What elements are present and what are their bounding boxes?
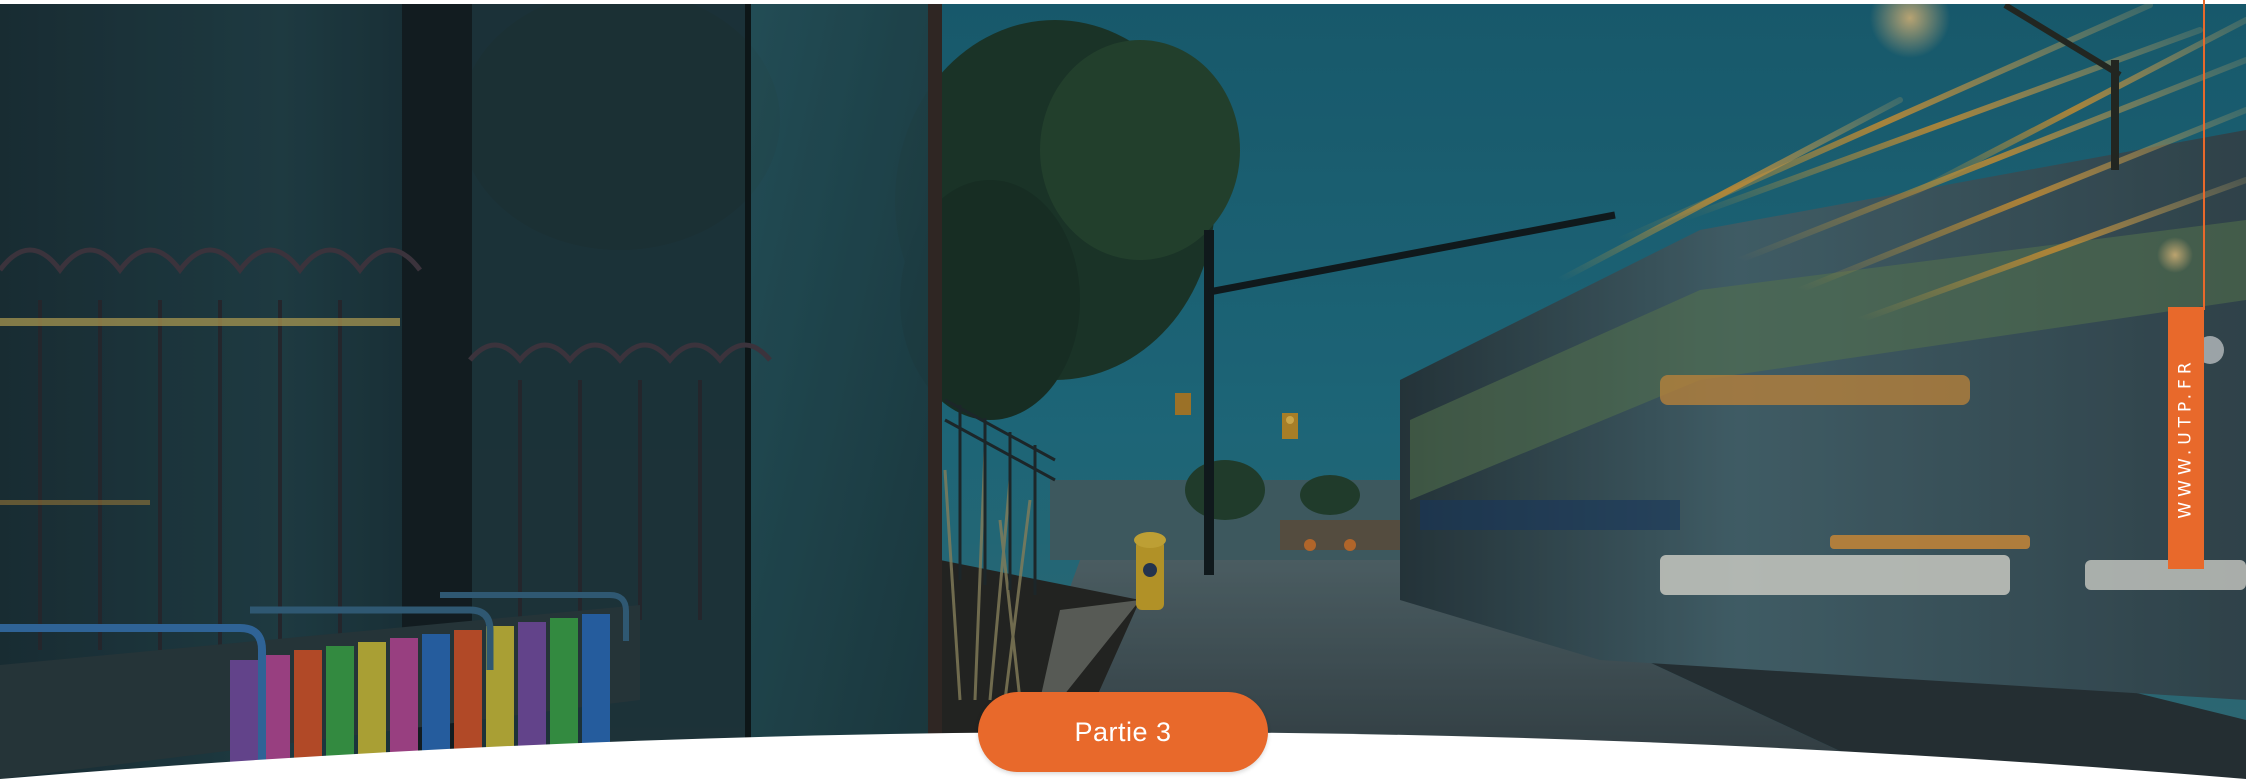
side-accent-line [2203, 0, 2205, 310]
website-label: WWW.UTP.FR [2176, 357, 2196, 519]
section-pill[interactable]: Partie 3 [978, 692, 1268, 772]
website-tab[interactable]: WWW.UTP.FR [2168, 307, 2204, 569]
section-label: Partie 3 [1074, 716, 1172, 747]
bottom-curve [0, 0, 2246, 779]
slide: WWW.UTP.FR Partie 3 [0, 0, 2246, 779]
